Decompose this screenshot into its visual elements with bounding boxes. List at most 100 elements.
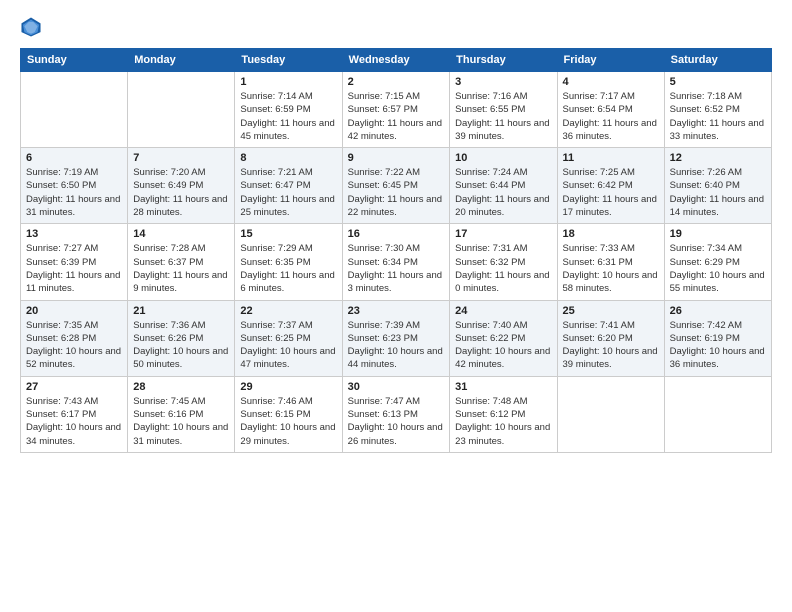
sunrise-text: Sunrise: 7:21 AM [240, 166, 336, 179]
sunset-text: Sunset: 6:17 PM [26, 408, 122, 421]
calendar-cell: 25 Sunrise: 7:41 AMSunset: 6:20 PMDayligh… [557, 300, 664, 376]
calendar-cell: 18Sunrise: 7:33 AMSunset: 6:31 PMDayligh… [557, 224, 664, 300]
sunrise-text: Sunrise: 7:24 AM [455, 166, 551, 179]
calendar-cell: 5Sunrise: 7:18 AMSunset: 6:52 PMDaylight… [664, 72, 771, 148]
day-number: 25 [563, 305, 659, 317]
day-detail: Sunrise: 7:36 AMSunset: 6:26 PMDaylight:… [133, 319, 229, 372]
calendar-week-row: 27Sunrise: 7:43 AMSunset: 6:17 PMDayligh… [21, 376, 772, 452]
daylight-text: Daylight: 11 hours and 6 minutes. [240, 269, 336, 296]
day-detail: Sunrise: 7:40 AMSunset: 6:22 PMDaylight:… [455, 319, 551, 372]
calendar-week-row: 13Sunrise: 7:27 AMSunset: 6:39 PMDayligh… [21, 224, 772, 300]
day-detail: Sunrise: 7:41 AMSunset: 6:20 PMDaylight:… [563, 319, 659, 372]
day-detail: Sunrise: 7:18 AMSunset: 6:52 PMDaylight:… [670, 90, 766, 143]
sunset-text: Sunset: 6:16 PM [133, 408, 229, 421]
daylight-text: Daylight: 11 hours and 0 minutes. [455, 269, 551, 296]
day-number: 13 [26, 228, 122, 240]
weekday-header: Tuesday [235, 49, 342, 72]
day-number: 2 [348, 76, 445, 88]
page: SundayMondayTuesdayWednesdayThursdayFrid… [0, 0, 792, 463]
day-number: 1 [240, 76, 336, 88]
day-number: 22 [240, 305, 336, 317]
calendar-cell: 6 Sunrise: 7:19 AMSunset: 6:50 PMDaylight… [21, 148, 128, 224]
daylight-text: Daylight: 10 hours and 31 minutes. [133, 421, 229, 448]
calendar-cell [21, 72, 128, 148]
day-detail: Sunrise: 7:39 AMSunset: 6:23 PMDaylight:… [348, 319, 445, 372]
day-number: 3 [455, 76, 551, 88]
calendar-cell: 7 Sunrise: 7:20 AMSunset: 6:49 PMDaylight… [128, 148, 235, 224]
day-number: 27 [26, 381, 122, 393]
sunrise-text: Sunrise: 7:35 AM [26, 319, 122, 332]
day-detail: Sunrise: 7:25 AMSunset: 6:42 PMDaylight:… [563, 166, 659, 219]
sunset-text: Sunset: 6:25 PM [240, 332, 336, 345]
calendar-cell: 14Sunrise: 7:28 AMSunset: 6:37 PMDayligh… [128, 224, 235, 300]
sunrise-text: Sunrise: 7:34 AM [670, 242, 766, 255]
daylight-text: Daylight: 11 hours and 14 minutes. [670, 193, 766, 220]
day-number: 23 [348, 305, 445, 317]
sunrise-text: Sunrise: 7:39 AM [348, 319, 445, 332]
daylight-text: Daylight: 10 hours and 44 minutes. [348, 345, 445, 372]
sunset-text: Sunset: 6:20 PM [563, 332, 659, 345]
weekday-header: Thursday [450, 49, 557, 72]
day-detail: Sunrise: 7:28 AMSunset: 6:37 PMDaylight:… [133, 242, 229, 295]
sunrise-text: Sunrise: 7:36 AM [133, 319, 229, 332]
daylight-text: Daylight: 10 hours and 23 minutes. [455, 421, 551, 448]
logo-icon [20, 16, 42, 38]
sunrise-text: Sunrise: 7:47 AM [348, 395, 445, 408]
sunset-text: Sunset: 6:29 PM [670, 256, 766, 269]
day-detail: Sunrise: 7:26 AMSunset: 6:40 PMDaylight:… [670, 166, 766, 219]
calendar-table: SundayMondayTuesdayWednesdayThursdayFrid… [20, 48, 772, 453]
daylight-text: Daylight: 10 hours and 50 minutes. [133, 345, 229, 372]
day-detail: Sunrise: 7:20 AMSunset: 6:49 PMDaylight:… [133, 166, 229, 219]
calendar-cell: 29Sunrise: 7:46 AMSunset: 6:15 PMDayligh… [235, 376, 342, 452]
daylight-text: Daylight: 11 hours and 25 minutes. [240, 193, 336, 220]
day-number: 9 [348, 152, 445, 164]
daylight-text: Daylight: 10 hours and 36 minutes. [670, 345, 766, 372]
daylight-text: Daylight: 11 hours and 36 minutes. [563, 117, 659, 144]
day-number: 7 [133, 152, 229, 164]
day-detail: Sunrise: 7:24 AMSunset: 6:44 PMDaylight:… [455, 166, 551, 219]
sunset-text: Sunset: 6:32 PM [455, 256, 551, 269]
calendar-cell: 21Sunrise: 7:36 AMSunset: 6:26 PMDayligh… [128, 300, 235, 376]
day-number: 6 [26, 152, 122, 164]
sunrise-text: Sunrise: 7:16 AM [455, 90, 551, 103]
day-number: 16 [348, 228, 445, 240]
calendar-cell: 15Sunrise: 7:29 AMSunset: 6:35 PMDayligh… [235, 224, 342, 300]
day-detail: Sunrise: 7:17 AMSunset: 6:54 PMDaylight:… [563, 90, 659, 143]
daylight-text: Daylight: 11 hours and 33 minutes. [670, 117, 766, 144]
sunset-text: Sunset: 6:57 PM [348, 103, 445, 116]
day-number: 26 [670, 305, 766, 317]
daylight-text: Daylight: 10 hours and 52 minutes. [26, 345, 122, 372]
daylight-text: Daylight: 11 hours and 28 minutes. [133, 193, 229, 220]
sunrise-text: Sunrise: 7:43 AM [26, 395, 122, 408]
day-detail: Sunrise: 7:47 AMSunset: 6:13 PMDaylight:… [348, 395, 445, 448]
sunset-text: Sunset: 6:54 PM [563, 103, 659, 116]
calendar-cell: 11Sunrise: 7:25 AMSunset: 6:42 PMDayligh… [557, 148, 664, 224]
sunset-text: Sunset: 6:12 PM [455, 408, 551, 421]
calendar-cell: 30 Sunrise: 7:47 AMSunset: 6:13 PMDayligh… [342, 376, 450, 452]
daylight-text: Daylight: 11 hours and 17 minutes. [563, 193, 659, 220]
calendar-cell: 16Sunrise: 7:30 AMSunset: 6:34 PMDayligh… [342, 224, 450, 300]
day-number: 30 [348, 381, 445, 393]
sunrise-text: Sunrise: 7:29 AM [240, 242, 336, 255]
calendar-cell: 8Sunrise: 7:21 AMSunset: 6:47 PMDaylight… [235, 148, 342, 224]
day-detail: Sunrise: 7:16 AMSunset: 6:55 PMDaylight:… [455, 90, 551, 143]
daylight-text: Daylight: 10 hours and 34 minutes. [26, 421, 122, 448]
sunset-text: Sunset: 6:49 PM [133, 179, 229, 192]
day-number: 28 [133, 381, 229, 393]
daylight-text: Daylight: 11 hours and 22 minutes. [348, 193, 445, 220]
weekday-header: Monday [128, 49, 235, 72]
day-detail: Sunrise: 7:22 AMSunset: 6:45 PMDaylight:… [348, 166, 445, 219]
calendar-cell [664, 376, 771, 452]
day-detail: Sunrise: 7:19 AMSunset: 6:50 PMDaylight:… [26, 166, 122, 219]
day-number: 17 [455, 228, 551, 240]
sunset-text: Sunset: 6:52 PM [670, 103, 766, 116]
sunrise-text: Sunrise: 7:26 AM [670, 166, 766, 179]
daylight-text: Daylight: 11 hours and 39 minutes. [455, 117, 551, 144]
daylight-text: Daylight: 10 hours and 42 minutes. [455, 345, 551, 372]
sunset-text: Sunset: 6:15 PM [240, 408, 336, 421]
day-detail: Sunrise: 7:14 AMSunset: 6:59 PMDaylight:… [240, 90, 336, 143]
sunset-text: Sunset: 6:35 PM [240, 256, 336, 269]
sunrise-text: Sunrise: 7:17 AM [563, 90, 659, 103]
sunset-text: Sunset: 6:31 PM [563, 256, 659, 269]
calendar-cell: 31Sunrise: 7:48 AMSunset: 6:12 PMDayligh… [450, 376, 557, 452]
